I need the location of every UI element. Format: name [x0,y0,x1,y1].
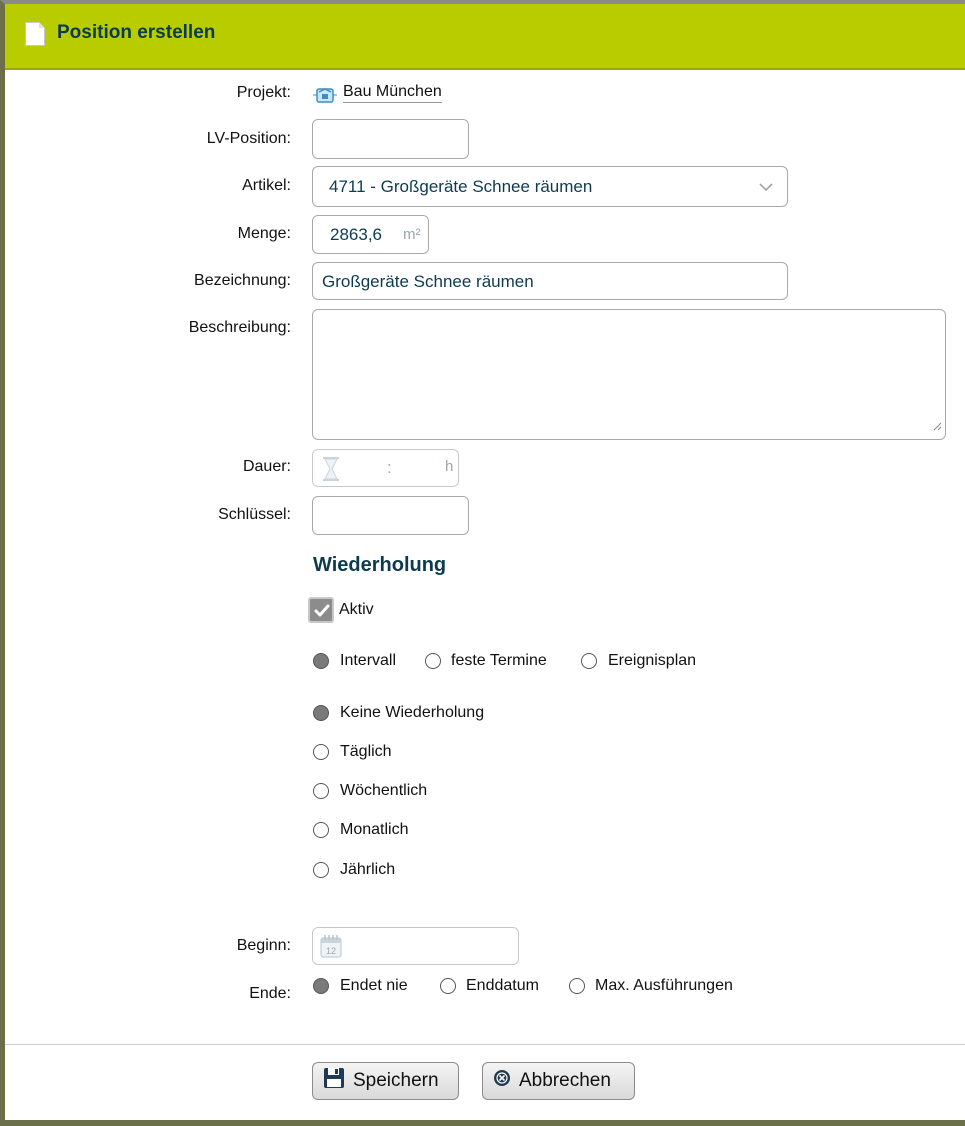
radio-max-ausfuehrungen[interactable] [569,978,585,994]
hourglass-icon [321,456,341,487]
aktiv-checkbox[interactable] [308,597,334,623]
menge-input[interactable]: 2863,6 m² [312,215,429,254]
radio-ereignisplan[interactable] [581,653,597,669]
cancel-circle-icon [493,1069,511,1093]
radio-intervall-label: Intervall [340,652,397,669]
beginn-label: Beginn: [236,937,291,954]
calendar-icon[interactable]: 12 [320,934,342,963]
artikel-selected-value: 4711 - Großgeräte Schnee räumen [329,177,593,196]
artikel-select[interactable]: 4711 - Großgeräte Schnee räumen [312,166,788,207]
document-icon [25,22,45,46]
radio-monatlich[interactable] [313,822,329,838]
radio-jaehrlich-label: Jährlich [340,861,396,878]
radio-intervall[interactable] [313,653,329,669]
cancel-button-label: Abbrechen [519,1070,611,1091]
bezeichnung-input[interactable]: Großgeräte Schnee räumen [312,262,788,300]
dauer-label: Dauer: [242,458,291,475]
projekt-label: Projekt: [236,84,291,101]
radio-endet-nie-label: Endet nie [340,977,408,994]
resize-handle-icon[interactable] [932,418,942,436]
schluessel-label: Schlüssel: [218,506,291,523]
radio-woechentlich-label: Wöchentlich [340,782,428,799]
bezeichnung-label: Bezeichnung: [194,272,291,289]
lv-position-input[interactable] [312,119,469,159]
dauer-unit: h [445,458,454,475]
save-button-label: Speichern [353,1070,439,1091]
radio-woechentlich[interactable] [313,783,329,799]
radio-feste-termine[interactable] [425,653,441,669]
lv-position-label: LV-Position: [206,130,291,147]
radio-ereignisplan-label: Ereignisplan [608,652,697,669]
save-button[interactable]: Speichern [312,1062,459,1100]
dauer-separator: : [387,458,392,477]
chevron-down-icon [759,179,773,197]
beschreibung-textarea[interactable] [312,309,946,440]
bezeichnung-value: Großgeräte Schnee räumen [322,272,534,291]
project-icon [313,84,337,111]
beschreibung-label: Beschreibung: [188,319,291,336]
menge-value: 2863,6 [330,225,382,244]
radio-jaehrlich[interactable] [313,862,329,878]
cancel-button[interactable]: Abbrechen [482,1062,635,1100]
aktiv-label: Aktiv [339,601,374,618]
artikel-label: Artikel: [242,177,291,194]
title-bar: Position erstellen [5,4,965,70]
radio-keine-wiederholung-label: Keine Wiederholung [340,704,485,721]
dauer-input[interactable]: : h [312,449,459,487]
radio-feste-termine-label: feste Termine [451,652,547,669]
radio-enddatum[interactable] [440,978,456,994]
beginn-date-input[interactable]: 12 [312,927,519,965]
svg-text:12: 12 [326,946,336,956]
radio-monatlich-label: Monatlich [340,821,409,838]
dialog-title: Position erstellen [57,22,216,43]
section-title-wiederholung: Wiederholung [313,554,447,576]
footer-divider [5,1044,965,1045]
radio-endet-nie[interactable] [313,978,329,994]
radio-max-ausfuehrungen-label: Max. Ausführungen [595,977,733,994]
schluessel-input[interactable] [312,496,469,535]
radio-enddatum-label: Enddatum [466,977,539,994]
menge-label: Menge: [237,225,291,242]
ende-label: Ende: [249,985,291,1002]
floppy-disk-icon [323,1067,345,1095]
radio-keine-wiederholung[interactable] [313,705,329,721]
projekt-link[interactable]: Bau München [343,83,442,103]
radio-taeglich[interactable] [313,744,329,760]
menge-unit: m² [403,226,421,243]
radio-taeglich-label: Täglich [340,743,392,760]
checkmark-icon [314,604,330,617]
